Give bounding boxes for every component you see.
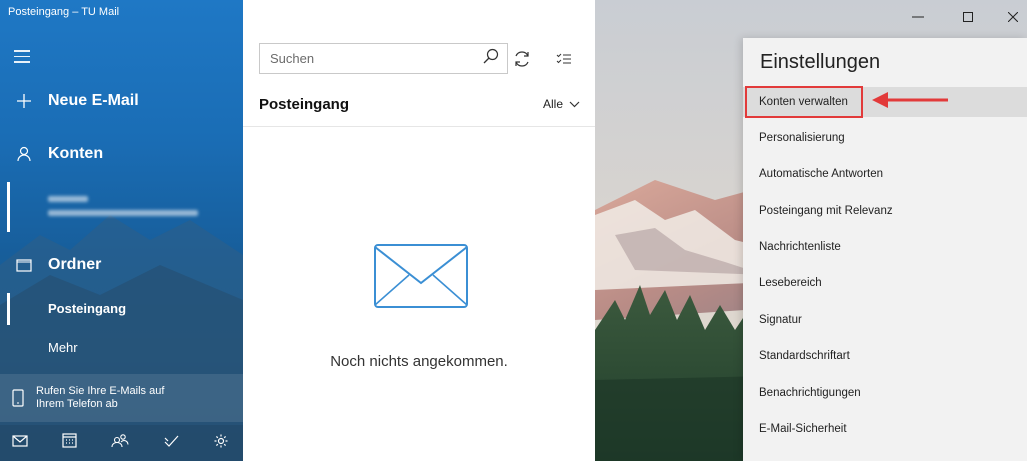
accounts-label: Konten [48, 145, 104, 162]
sync-icon[interactable] [511, 48, 533, 70]
new-mail-label: Neue E-Mail [48, 92, 139, 109]
settings-item-signature[interactable]: Signatur [743, 305, 1027, 335]
account-email-blurred [48, 210, 198, 216]
calendar-icon[interactable] [62, 433, 77, 453]
settings-item-default-font[interactable]: Standardschriftart [743, 341, 1027, 371]
folder-item-inbox[interactable]: Posteingang [48, 301, 126, 316]
folder-item-more[interactable]: Mehr [48, 340, 78, 355]
hamburger-menu-icon[interactable] [14, 50, 30, 64]
person-icon [0, 146, 48, 162]
folder-icon [0, 258, 48, 272]
settings-item-focused-inbox[interactable]: Posteingang mit Relevanz [743, 196, 1027, 226]
filter-label: Alle [542, 97, 563, 111]
settings-item-email-security[interactable]: E-Mail-Sicherheit [743, 414, 1027, 444]
phone-promo-line1: Rufen Sie Ihre E-Mails auf [36, 385, 165, 397]
settings-item-personalization[interactable]: Personalisierung [743, 123, 1027, 153]
search-icon[interactable] [483, 48, 499, 69]
phone-promo-line2: Ihrem Telefon ab [36, 398, 118, 410]
empty-envelope-icon [374, 244, 468, 308]
settings-item-automatic-replies[interactable]: Automatische Antworten [743, 159, 1027, 189]
folders-label: Ordner [48, 256, 102, 273]
settings-item-reading-pane[interactable]: Lesebereich [743, 268, 1027, 298]
empty-message: Noch nichts angekommen. [330, 353, 508, 370]
filter-dropdown[interactable]: Alle [543, 97, 580, 111]
accounts-button[interactable]: Konten [0, 145, 103, 163]
folder-heading: Posteingang [259, 96, 350, 113]
annotation-arrow-icon [872, 92, 948, 108]
maximize-button[interactable] [948, 0, 988, 34]
settings-item-message-list[interactable]: Nachrichtenliste [743, 232, 1027, 262]
close-icon [1008, 12, 1018, 22]
window-title: Posteingang – TU Mail [8, 6, 120, 18]
todo-icon[interactable] [163, 434, 179, 453]
app-switcher-bar [0, 425, 243, 461]
new-mail-button[interactable]: Neue E-Mail [0, 92, 139, 110]
navigation-pane: Posteingang – TU Mail Neue E-Mail Konten… [0, 0, 243, 461]
people-icon[interactable] [111, 433, 129, 453]
settings-title: Einstellungen [760, 51, 881, 73]
settings-icon[interactable] [213, 433, 229, 454]
selection-mode-icon[interactable] [553, 48, 575, 70]
message-list-pane: Suchen Posteingang Alle Noch nichts ange… [243, 0, 595, 461]
inbox-selected-indicator [7, 293, 10, 325]
plus-icon [0, 93, 48, 109]
minimize-button[interactable] [898, 0, 938, 34]
highlight-box [745, 86, 863, 118]
account-item[interactable] [0, 182, 243, 232]
phone-icon [0, 389, 36, 407]
search-box[interactable]: Suchen [259, 43, 508, 74]
account-selected-indicator [7, 182, 10, 232]
search-input[interactable]: Suchen [270, 51, 314, 66]
chevron-down-icon [569, 101, 580, 107]
folders-button[interactable]: Ordner [0, 256, 101, 274]
settings-item-notifications[interactable]: Benachrichtigungen [743, 378, 1027, 408]
phone-promo[interactable]: Rufen Sie Ihre E-Mails auf Ihrem Telefon… [0, 374, 243, 422]
divider [243, 126, 595, 127]
mail-icon[interactable] [12, 434, 28, 452]
account-name-blurred [48, 196, 88, 202]
close-button[interactable] [993, 0, 1027, 34]
